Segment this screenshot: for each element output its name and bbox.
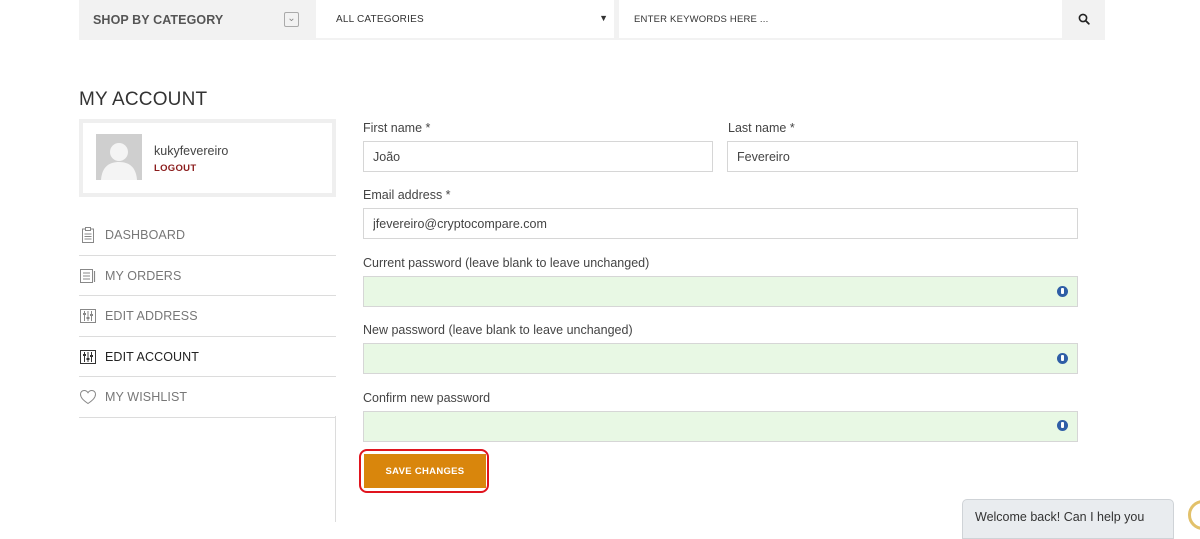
first-name-label: First name * xyxy=(363,121,431,135)
shop-by-category-label[interactable]: SHOP BY CATEGORY xyxy=(93,13,223,27)
save-changes-button[interactable]: SAVE CHANGES xyxy=(364,454,486,488)
dropdown-arrow-icon: ▼ xyxy=(599,13,608,23)
logout-link[interactable]: LOGOUT xyxy=(154,163,196,174)
profile-card: kukyfevereiro LOGOUT xyxy=(79,119,336,197)
nav-item-label: EDIT ADDRESS xyxy=(105,309,198,323)
password-manager-icon[interactable] xyxy=(1057,353,1068,364)
new-password-field[interactable] xyxy=(363,343,1078,374)
first-name-field[interactable] xyxy=(363,141,713,172)
current-password-label: Current password (leave blank to leave u… xyxy=(363,256,650,270)
avatar xyxy=(96,134,142,180)
user-placeholder-icon xyxy=(96,134,142,180)
chevron-down-icon[interactable]: ⌄ xyxy=(284,12,299,27)
nav-divider xyxy=(335,416,336,522)
nav-item-my-orders[interactable]: MY ORDERS xyxy=(79,256,336,296)
heart-icon xyxy=(79,389,97,405)
sliders-icon xyxy=(80,349,96,364)
account-nav: DASHBOARD MY ORDERS EDIT ADDRESS EDIT AC… xyxy=(79,215,336,418)
last-name-field[interactable] xyxy=(727,141,1078,172)
category-select[interactable]: ALL CATEGORIES ▼ xyxy=(316,0,614,38)
last-name-label: Last name * xyxy=(728,121,795,135)
nav-item-dashboard[interactable]: DASHBOARD xyxy=(79,215,336,256)
nav-item-label: DASHBOARD xyxy=(105,228,186,242)
orders-icon xyxy=(80,268,96,283)
nav-item-label: MY WISHLIST xyxy=(105,390,188,404)
nav-item-edit-account[interactable]: EDIT ACCOUNT xyxy=(79,337,336,377)
nav-item-my-wishlist[interactable]: MY WISHLIST xyxy=(79,377,336,418)
search-button[interactable] xyxy=(1062,0,1105,38)
chat-avatar[interactable] xyxy=(1188,500,1200,530)
current-password-field[interactable] xyxy=(363,276,1078,307)
search-input[interactable] xyxy=(619,0,1062,38)
category-select-value: ALL CATEGORIES xyxy=(336,14,424,25)
nav-item-edit-address[interactable]: EDIT ADDRESS xyxy=(79,296,336,337)
nav-item-label: MY ORDERS xyxy=(105,268,182,283)
nav-item-label: EDIT ACCOUNT xyxy=(105,349,200,364)
chat-widget[interactable]: Welcome back! Can I help you xyxy=(962,499,1174,539)
new-password-label: New password (leave blank to leave uncha… xyxy=(363,323,633,337)
email-field[interactable] xyxy=(363,208,1078,239)
top-search-bar: SHOP BY CATEGORY ⌄ ALL CATEGORIES ▼ xyxy=(79,0,1105,40)
password-manager-icon[interactable] xyxy=(1057,420,1068,431)
page-title: MY ACCOUNT xyxy=(79,89,208,110)
clipboard-icon xyxy=(82,227,94,243)
save-button-highlight: SAVE CHANGES xyxy=(359,449,489,493)
username: kukyfevereiro xyxy=(154,144,229,158)
password-manager-icon[interactable] xyxy=(1057,286,1068,297)
confirm-password-label: Confirm new password xyxy=(363,391,491,405)
search-icon xyxy=(1078,13,1090,25)
sliders-icon xyxy=(80,309,96,323)
confirm-password-field[interactable] xyxy=(363,411,1078,442)
email-label: Email address * xyxy=(363,188,451,202)
